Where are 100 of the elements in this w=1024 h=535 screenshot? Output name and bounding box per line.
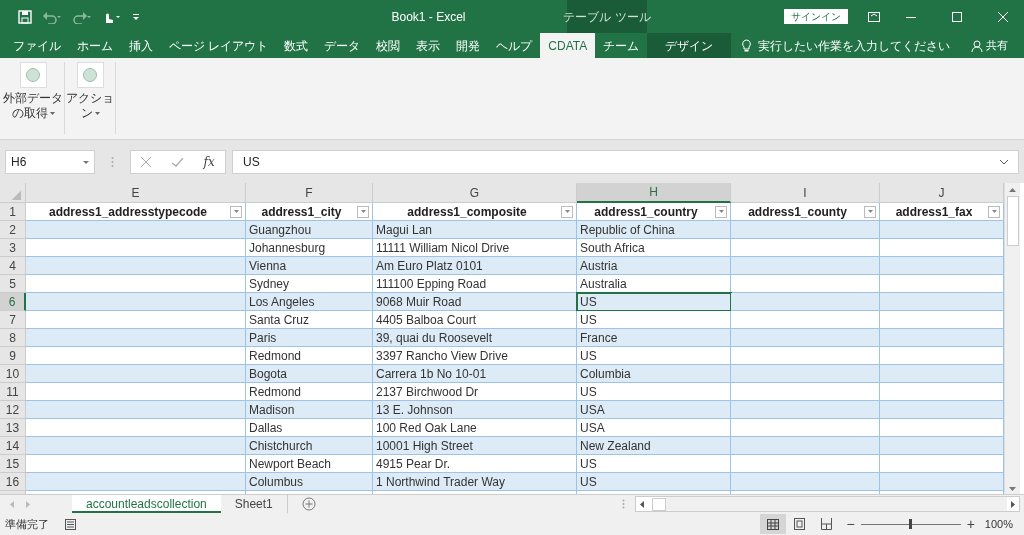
table-cell[interactable]: New Zealand bbox=[577, 437, 731, 455]
table-cell[interactable]: US bbox=[577, 311, 731, 329]
table-cell[interactable]: Bogota bbox=[246, 365, 373, 383]
page-layout-icon[interactable] bbox=[794, 518, 806, 530]
table-cell[interactable] bbox=[26, 329, 246, 347]
ribbon-tab[interactable]: 校閲 bbox=[368, 33, 409, 58]
table-cell[interactable] bbox=[731, 401, 880, 419]
table-cell[interactable] bbox=[731, 329, 880, 347]
column-header[interactable]: H bbox=[577, 183, 731, 203]
table-cell[interactable] bbox=[26, 383, 246, 401]
filter-dropdown[interactable] bbox=[988, 205, 1000, 218]
table-cell[interactable]: 13 E. Johnson bbox=[373, 401, 577, 419]
filter-dropdown[interactable] bbox=[357, 205, 369, 218]
table-cell[interactable] bbox=[26, 347, 246, 365]
ribbon-tab[interactable]: 挿入 bbox=[121, 33, 161, 58]
table-cell[interactable]: South Africa bbox=[577, 239, 731, 257]
table-cell[interactable] bbox=[880, 419, 1004, 437]
tell-me-field[interactable]: 実行したい作業を入力してください bbox=[758, 36, 951, 55]
table-cell[interactable] bbox=[26, 437, 246, 455]
table-cell[interactable] bbox=[880, 383, 1004, 401]
table-cell[interactable] bbox=[880, 347, 1004, 365]
row-header[interactable]: 4 bbox=[0, 257, 26, 275]
grip-icon[interactable] bbox=[111, 156, 114, 168]
table-cell[interactable] bbox=[731, 437, 880, 455]
table-cell[interactable] bbox=[880, 401, 1004, 419]
table-cell[interactable]: Australia bbox=[577, 275, 731, 293]
table-cell[interactable] bbox=[880, 293, 1004, 311]
caret-icon[interactable] bbox=[564, 210, 570, 213]
table-cell[interactable] bbox=[731, 473, 880, 491]
table-cell[interactable]: Carrera 1b No 10-01 bbox=[373, 365, 577, 383]
filter-dropdown[interactable] bbox=[230, 205, 242, 218]
horizontal-scrollbar[interactable] bbox=[635, 496, 1020, 512]
table-cell[interactable] bbox=[26, 473, 246, 491]
table-cell[interactable] bbox=[26, 401, 246, 419]
table-cell[interactable] bbox=[731, 257, 880, 275]
table-cell[interactable] bbox=[880, 365, 1004, 383]
vertical-scrollbar[interactable] bbox=[1004, 183, 1020, 494]
table-cell[interactable] bbox=[731, 347, 880, 365]
cancel-icon[interactable] bbox=[141, 157, 152, 167]
zoom-out-button[interactable]: − bbox=[846, 517, 855, 531]
zoom-in-button[interactable]: + bbox=[966, 517, 975, 531]
page-break-icon[interactable] bbox=[821, 518, 833, 530]
row-header[interactable]: 2 bbox=[0, 221, 26, 239]
ribbon-tab[interactable]: CDATA bbox=[540, 33, 596, 58]
caret-icon[interactable] bbox=[991, 210, 997, 213]
table-cell[interactable]: 11111 William Nicol Drive bbox=[373, 239, 577, 257]
table-cell[interactable]: 4915 Pear Dr. bbox=[373, 455, 577, 473]
table-cell[interactable]: Columbia bbox=[577, 365, 731, 383]
table-cell[interactable]: 39, quai du Roosevelt bbox=[373, 329, 577, 347]
table-cell[interactable] bbox=[880, 329, 1004, 347]
redo-icon[interactable] bbox=[72, 9, 92, 24]
next-sheet-icon[interactable] bbox=[26, 500, 30, 508]
name-box[interactable]: H6 bbox=[5, 150, 95, 174]
table-cell[interactable]: Vienna bbox=[246, 257, 373, 275]
table-cell[interactable] bbox=[731, 239, 880, 257]
add-sheet-icon[interactable] bbox=[301, 497, 316, 511]
table-cell[interactable]: USA bbox=[577, 401, 731, 419]
table-cell[interactable] bbox=[26, 275, 246, 293]
table-cell[interactable]: France bbox=[577, 329, 731, 347]
row-header[interactable]: 10 bbox=[0, 365, 26, 383]
table-cell[interactable] bbox=[880, 257, 1004, 275]
caret-icon[interactable] bbox=[49, 112, 55, 115]
table-cell[interactable]: Newport Beach bbox=[246, 455, 373, 473]
customize-icon[interactable] bbox=[132, 12, 140, 21]
ribbon-tab[interactable]: チーム bbox=[595, 33, 648, 58]
row-header[interactable]: 16 bbox=[0, 473, 26, 491]
table-cell[interactable] bbox=[880, 221, 1004, 239]
table-cell[interactable]: US bbox=[577, 293, 731, 311]
table-cell[interactable]: 10001 High Street bbox=[373, 437, 577, 455]
table-cell[interactable]: Johannesburg bbox=[246, 239, 373, 257]
row-header[interactable]: 11 bbox=[0, 383, 26, 401]
ribbon-tab[interactable]: デザイン bbox=[647, 33, 732, 58]
table-cell[interactable] bbox=[880, 455, 1004, 473]
ribbon-tab[interactable]: 数式 bbox=[276, 33, 317, 58]
close-icon[interactable] bbox=[998, 11, 1008, 22]
table-cell[interactable]: Chistchurch bbox=[246, 437, 373, 455]
row-header[interactable]: 6 bbox=[0, 293, 26, 311]
table-cell[interactable] bbox=[26, 293, 246, 311]
table-cell[interactable]: US bbox=[577, 383, 731, 401]
row-header[interactable]: 12 bbox=[0, 401, 26, 419]
table-cell[interactable] bbox=[880, 437, 1004, 455]
ribbon-tab[interactable]: 開発 bbox=[448, 33, 489, 58]
previous-sheet-icon[interactable] bbox=[10, 500, 14, 508]
table-cell[interactable] bbox=[26, 257, 246, 275]
ribbon-tab[interactable]: 表示 bbox=[408, 33, 449, 58]
table-cell[interactable]: Redmond bbox=[246, 383, 373, 401]
ribbon-tab[interactable]: データ bbox=[316, 33, 369, 58]
table-cell[interactable]: 111100 Epping Road bbox=[373, 275, 577, 293]
zoom-slider[interactable] bbox=[860, 519, 961, 529]
filter-dropdown[interactable] bbox=[864, 205, 876, 218]
table-cell[interactable]: 100 Red Oak Lane bbox=[373, 419, 577, 437]
table-cell[interactable] bbox=[26, 221, 246, 239]
table-cell[interactable]: 9068 Muir Road bbox=[373, 293, 577, 311]
row-header[interactable]: 15 bbox=[0, 455, 26, 473]
table-cell[interactable]: 1 Northwind Trader Way bbox=[373, 473, 577, 491]
table-cell[interactable] bbox=[731, 419, 880, 437]
sign-in-button[interactable]: サインイン bbox=[784, 9, 848, 24]
row-header[interactable]: 5 bbox=[0, 275, 26, 293]
ribbon-display-icon[interactable] bbox=[868, 10, 880, 23]
table-cell[interactable] bbox=[26, 239, 246, 257]
